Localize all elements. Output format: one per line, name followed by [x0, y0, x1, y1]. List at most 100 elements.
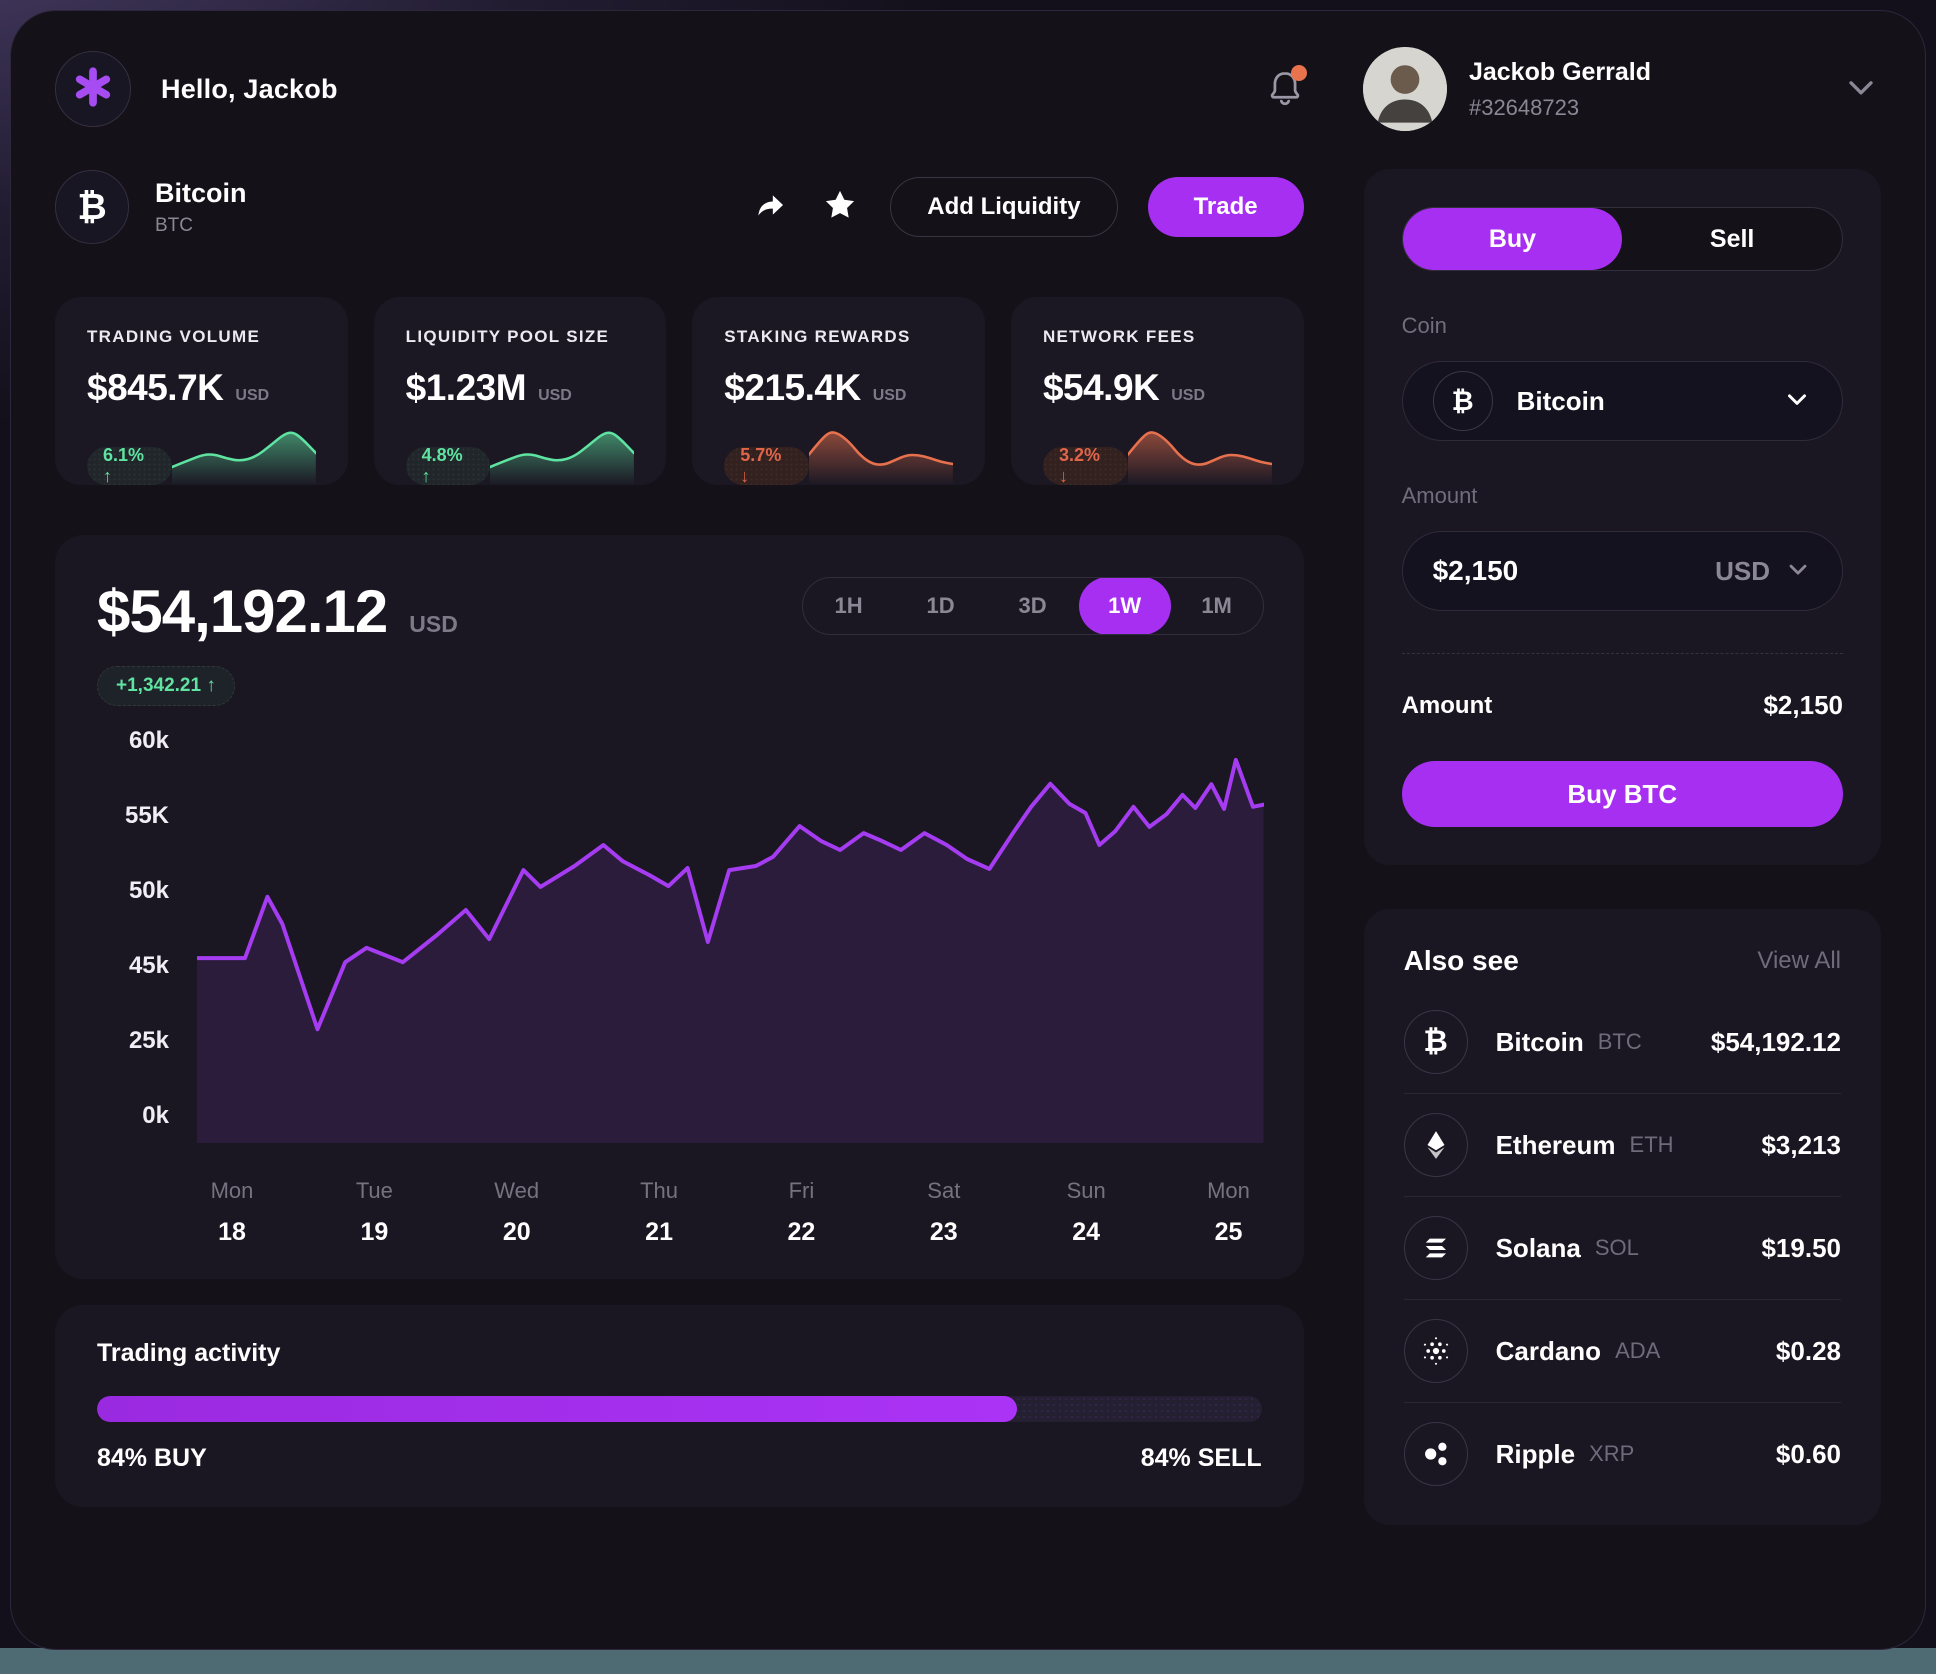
stat-unit: USD	[235, 387, 269, 405]
asset-ticker: BTC	[155, 215, 247, 237]
app-logo	[55, 51, 131, 127]
coin-name: Bitcoin	[1496, 1027, 1584, 1058]
price-change-badge: +1,342.21 ↑	[97, 666, 235, 706]
asset-name: Bitcoin	[155, 178, 247, 209]
summary-amount-label: Amount	[1402, 692, 1493, 720]
x-date: 21	[624, 1218, 694, 1247]
chevron-down-icon	[1784, 555, 1812, 588]
change-badge: 4.8% ↑	[406, 447, 491, 485]
x-day: Sat	[909, 1178, 979, 1204]
amount-field-label: Amount	[1402, 483, 1843, 509]
x-day: Thu	[624, 1178, 694, 1204]
x-axis-labels: Mon18 Tue19 Wed20 Thu21 Fri22 Sat23 Sun2…	[197, 1178, 1264, 1247]
share-icon	[753, 188, 787, 227]
solana-icon	[1404, 1216, 1468, 1280]
coin-row-ethereum[interactable]: Ethereum ETH $3,213	[1404, 1094, 1841, 1196]
coin-price: $0.28	[1776, 1336, 1841, 1367]
sparkline-chart	[1128, 421, 1272, 485]
currency-select-value: USD	[1715, 556, 1770, 587]
stat-title: LIQUIDITY POOL SIZE	[406, 327, 635, 347]
amount-input-value: $2,150	[1433, 555, 1519, 587]
ripple-icon	[1404, 1422, 1468, 1486]
view-all-link[interactable]: View All	[1757, 947, 1841, 975]
coin-row-cardano[interactable]: Cardano ADA $0.28	[1404, 1300, 1841, 1402]
change-badge: 5.7% ↓	[724, 447, 809, 485]
top-bar: Hello, Jackob Jackob Gerr	[55, 37, 1881, 141]
y-tick: 50k	[129, 877, 169, 905]
stat-card-staking-rewards: STAKING REWARDS $215.4K USD 5.7% ↓	[692, 297, 985, 485]
sell-tab[interactable]: Sell	[1622, 208, 1842, 270]
x-date: 22	[766, 1218, 836, 1247]
greeting-text: Hello, Jackob	[161, 74, 338, 105]
notifications-button[interactable]	[1263, 67, 1307, 111]
trade-panel: Buy Sell Coin ₿ Bitcoin Amount $2,150	[1364, 169, 1881, 865]
user-meta: Jackob Gerrald #32648723	[1469, 58, 1651, 121]
coin-select[interactable]: ₿ Bitcoin	[1402, 361, 1843, 441]
coin-ticker: ADA	[1615, 1338, 1660, 1364]
trade-button[interactable]: Trade	[1148, 177, 1304, 237]
also-see-panel: Also see View All ₿ Bitcoin BTC $54,192.…	[1364, 909, 1881, 1525]
range-tab-1w[interactable]: 1W	[1079, 577, 1171, 635]
change-badge: 3.2% ↓	[1043, 447, 1128, 485]
bitcoin-icon: ₿	[1433, 371, 1493, 431]
coin-name: Ethereum	[1496, 1130, 1616, 1161]
y-tick: 0k	[142, 1102, 169, 1130]
coin-row-ripple[interactable]: Ripple XRP $0.60	[1404, 1403, 1841, 1505]
stat-card-network-fees: NETWORK FEES $54.9K USD 3.2% ↓	[1011, 297, 1304, 485]
coin-ticker: BTC	[1598, 1029, 1642, 1055]
coin-row-bitcoin[interactable]: ₿ Bitcoin BTC $54,192.12	[1404, 991, 1841, 1093]
app-window: Hello, Jackob Jackob Gerr	[10, 10, 1926, 1650]
bitcoin-icon: ₿	[1404, 1010, 1468, 1074]
stat-value: $845.7K	[87, 367, 223, 409]
coin-row-solana[interactable]: Solana SOL $19.50	[1404, 1197, 1841, 1299]
summary-amount-value: $2,150	[1763, 690, 1843, 721]
y-tick: 25k	[129, 1027, 169, 1055]
buy-tab[interactable]: Buy	[1403, 208, 1623, 270]
desktop-bottom-strip	[0, 1648, 1936, 1674]
range-tab-1d[interactable]: 1D	[895, 577, 987, 635]
stat-card-trading-volume: TRADING VOLUME $845.7K USD 6.1% ↑	[55, 297, 348, 485]
range-tab-1m[interactable]: 1M	[1171, 577, 1263, 635]
account-menu-button[interactable]	[1841, 67, 1881, 112]
x-day: Tue	[339, 1178, 409, 1204]
trading-activity-card: Trading activity 84% BUY 84% SELL	[55, 1305, 1304, 1507]
buy-btc-button[interactable]: Buy BTC	[1402, 761, 1843, 827]
price-unit: USD	[409, 611, 458, 638]
asset-header: ₿ Bitcoin BTC Add	[55, 169, 1304, 245]
user-name: Jackob Gerrald	[1469, 58, 1651, 87]
sell-percent-label: 84% SELL	[1141, 1444, 1262, 1473]
stat-value: $215.4K	[724, 367, 860, 409]
price-chart-plot	[197, 732, 1264, 1152]
add-liquidity-button[interactable]: Add Liquidity	[890, 177, 1117, 237]
x-day: Wed	[482, 1178, 552, 1204]
stat-card-liquidity-pool: LIQUIDITY POOL SIZE $1.23M USD 4.8% ↑	[374, 297, 667, 485]
range-tab-3d[interactable]: 3D	[987, 577, 1079, 635]
notification-badge	[1291, 65, 1307, 81]
coin-ticker: SOL	[1595, 1235, 1639, 1261]
y-tick: 55K	[125, 802, 169, 830]
bitcoin-icon: ₿	[55, 170, 129, 244]
sparkline-chart	[490, 421, 634, 485]
star-icon	[822, 187, 858, 228]
coin-price: $3,213	[1761, 1130, 1841, 1161]
favorite-button[interactable]	[820, 187, 860, 227]
coin-price: $19.50	[1761, 1233, 1841, 1264]
coin-field-label: Coin	[1402, 313, 1843, 339]
avatar[interactable]	[1363, 47, 1447, 131]
x-date: 24	[1051, 1218, 1121, 1247]
amount-input[interactable]: $2,150 USD	[1402, 531, 1843, 611]
x-day: Mon	[1194, 1178, 1264, 1204]
x-day: Fri	[766, 1178, 836, 1204]
coin-price: $54,192.12	[1711, 1027, 1841, 1058]
stat-unit: USD	[538, 387, 572, 405]
share-button[interactable]	[750, 187, 790, 227]
range-tab-1h[interactable]: 1H	[803, 577, 895, 635]
divider	[1402, 653, 1843, 654]
user-id: #32648723	[1469, 95, 1651, 121]
x-day: Sun	[1051, 1178, 1121, 1204]
x-day: Mon	[197, 1178, 267, 1204]
asterisk-logo-icon	[72, 66, 114, 113]
cardano-icon	[1404, 1319, 1468, 1383]
x-date: 19	[339, 1218, 409, 1247]
coin-name: Solana	[1496, 1233, 1581, 1264]
